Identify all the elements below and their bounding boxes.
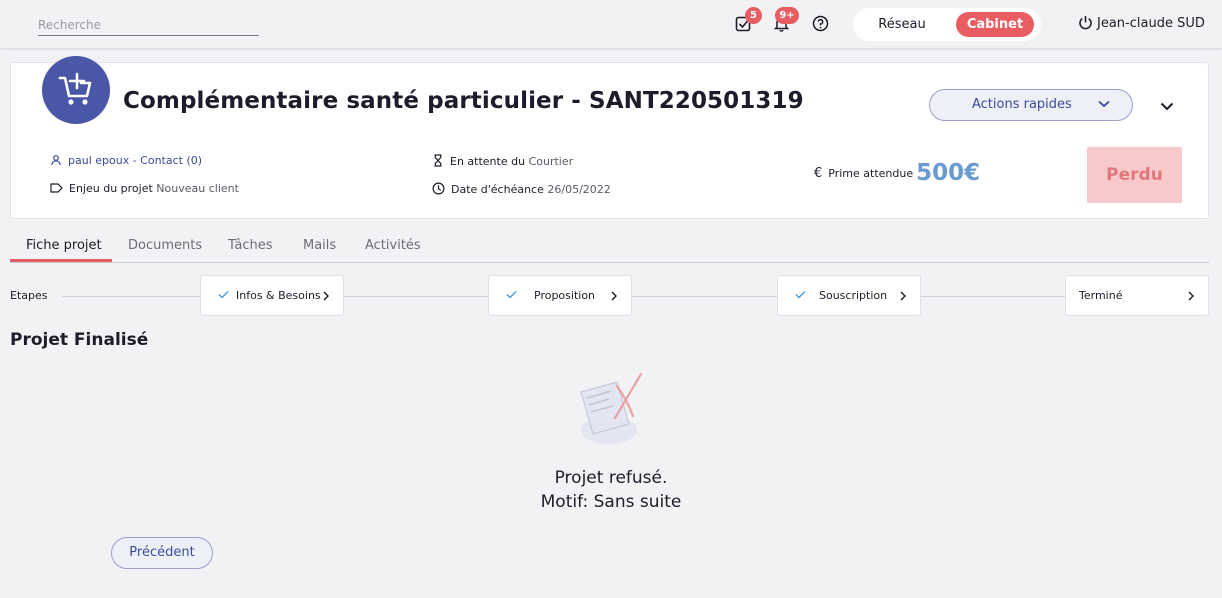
active-tab-indicator xyxy=(10,259,112,262)
contact-text: paul epoux - Contact (0) xyxy=(68,154,203,167)
tag-icon xyxy=(50,183,63,193)
section-title: Projet Finalisé xyxy=(10,330,149,350)
notifications-badge: 9+ xyxy=(775,7,799,24)
step-label: Terminé xyxy=(1079,289,1123,302)
scope-toggle: Réseau Cabinet xyxy=(853,8,1041,41)
echeance-row: Date d'échéance 26/05/2022 xyxy=(432,182,611,196)
step-proposition[interactable]: Proposition xyxy=(488,275,632,316)
attente-label: En attente du xyxy=(450,155,526,168)
project-title: Complémentaire santé particulier - SANT2… xyxy=(123,88,804,114)
tab-taches[interactable]: Tâches xyxy=(228,238,273,253)
toggle-reseau[interactable]: Réseau xyxy=(867,12,937,37)
attente-row: En attente du Courtier xyxy=(432,154,573,168)
refused-message: Projet refusé. xyxy=(554,468,668,488)
add-to-cart-icon xyxy=(58,72,92,105)
prime-value: 500€ xyxy=(916,160,981,186)
chevron-right-icon xyxy=(611,291,617,301)
enjeu-value: Nouveau client xyxy=(156,182,239,195)
check-icon xyxy=(795,291,806,299)
refused-reason: Motif: Sans suite xyxy=(540,492,682,512)
step-label: Infos & Besoins xyxy=(236,289,321,302)
tab-documents[interactable]: Documents xyxy=(128,238,202,253)
tasks-badge: 5 xyxy=(745,7,762,24)
status-button-perdu[interactable]: Perdu xyxy=(1087,147,1182,203)
euro-icon: € xyxy=(814,166,823,181)
quick-actions-button[interactable]: Actions rapides xyxy=(929,89,1133,121)
step-infos-besoins[interactable]: Infos & Besoins xyxy=(200,275,344,316)
step-label: Souscription xyxy=(819,289,888,302)
search-input[interactable] xyxy=(38,16,259,32)
clock-icon xyxy=(432,182,445,195)
chevron-right-icon xyxy=(323,291,329,301)
echeance-label: Date d'échéance xyxy=(451,183,544,196)
quick-actions-label: Actions rapides xyxy=(972,97,1072,112)
contact-link[interactable]: paul epoux - Contact (0) xyxy=(50,154,202,167)
attente-value: Courtier xyxy=(528,155,574,168)
tab-mails[interactable]: Mails xyxy=(303,238,336,253)
hourglass-icon xyxy=(434,154,442,167)
enjeu-label: Enjeu du projet xyxy=(69,182,153,195)
chevron-right-icon xyxy=(1188,291,1194,301)
help-icon[interactable] xyxy=(812,15,829,32)
prime-label: Prime attendue xyxy=(828,167,914,180)
chevron-right-icon xyxy=(900,291,906,301)
chevron-down-icon xyxy=(1098,100,1110,108)
step-label: Proposition xyxy=(534,289,596,302)
tab-activites[interactable]: Activités xyxy=(365,238,421,253)
previous-button[interactable]: Précédent xyxy=(111,537,213,569)
project-avatar xyxy=(42,56,110,124)
steps-label: Etapes xyxy=(10,289,48,302)
check-icon xyxy=(218,291,229,299)
prime-row: € Prime attendue 500€ xyxy=(814,160,980,186)
top-bar: 5 9+ Réseau Cabinet Jean-claude SUD xyxy=(0,0,1222,48)
person-icon xyxy=(51,155,61,166)
power-icon xyxy=(1079,16,1092,30)
search-box xyxy=(38,14,259,36)
enjeu-row: Enjeu du projet Nouveau client xyxy=(50,182,239,195)
chevron-down-icon xyxy=(1160,102,1174,111)
toggle-cabinet[interactable]: Cabinet xyxy=(956,12,1034,37)
user-name: Jean-claude SUD xyxy=(1097,16,1205,31)
tab-fiche-projet[interactable]: Fiche projet xyxy=(26,238,102,253)
step-souscription[interactable]: Souscription xyxy=(777,275,921,316)
refused-document-illustration xyxy=(573,370,649,454)
collapse-header-button[interactable] xyxy=(1160,96,1174,115)
step-termine[interactable]: Terminé xyxy=(1065,275,1209,316)
echeance-value: 26/05/2022 xyxy=(547,183,611,196)
project-tabs: Fiche projet Documents Tâches Mails Acti… xyxy=(10,232,1209,263)
user-menu[interactable]: Jean-claude SUD xyxy=(1078,15,1205,31)
check-icon xyxy=(506,291,517,299)
